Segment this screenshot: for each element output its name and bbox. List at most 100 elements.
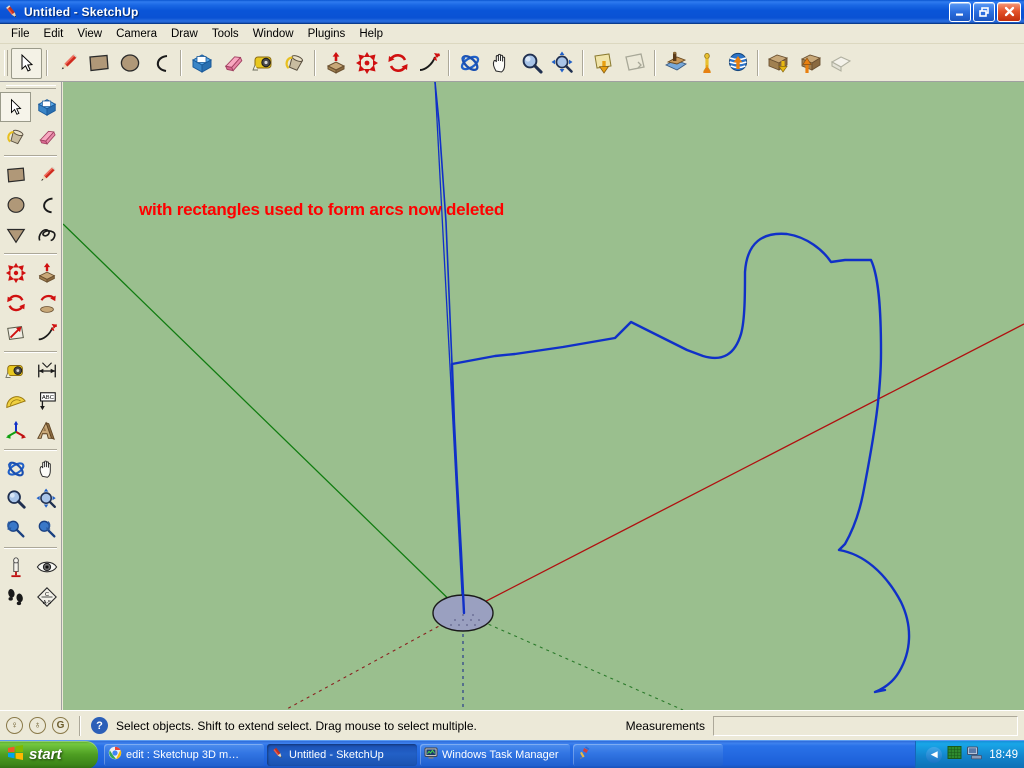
sketchup-window: Untitled - SketchUp File Edit View Camer… bbox=[0, 0, 1024, 768]
orbit-tool-left[interactable] bbox=[0, 454, 31, 484]
taskbar-item-paint[interactable] bbox=[573, 744, 723, 766]
svg-text:A-5: A-5 bbox=[43, 600, 51, 606]
eraser-tool-left[interactable] bbox=[31, 122, 62, 152]
push-pull-tool[interactable] bbox=[320, 48, 351, 79]
get-models-tool[interactable] bbox=[763, 48, 794, 79]
tape-measure-tool[interactable] bbox=[248, 48, 279, 79]
arc-tool[interactable] bbox=[145, 48, 176, 79]
zoom-tool[interactable] bbox=[516, 48, 547, 79]
paint-bucket-tool-left[interactable] bbox=[0, 122, 31, 152]
taskbar-item-task-manager[interactable]: Windows Task Manager bbox=[420, 744, 570, 766]
menu-plugins[interactable]: Plugins bbox=[301, 25, 353, 43]
previous-view-tool[interactable] bbox=[588, 48, 619, 79]
walk-tool-left[interactable] bbox=[0, 582, 31, 612]
next-view-tool[interactable] bbox=[619, 48, 650, 79]
dimension-tool-left[interactable] bbox=[31, 356, 62, 386]
rectangle-tool-left[interactable] bbox=[0, 160, 31, 190]
menu-edit[interactable]: Edit bbox=[37, 25, 71, 43]
position-camera-tool[interactable] bbox=[660, 48, 691, 79]
circle-tool[interactable] bbox=[114, 48, 145, 79]
zoom-extents-tool[interactable] bbox=[547, 48, 578, 79]
protractor-tool-left[interactable] bbox=[0, 386, 31, 416]
line-tool-left[interactable] bbox=[31, 160, 62, 190]
status-message: Select objects. Shift to extend select. … bbox=[116, 719, 477, 733]
text-tool-left[interactable]: ABC bbox=[31, 386, 62, 416]
taskbar-item-sketchup[interactable]: Untitled - SketchUp bbox=[267, 744, 417, 766]
menu-help[interactable]: Help bbox=[352, 25, 390, 43]
move-tool-left[interactable] bbox=[0, 258, 31, 288]
scale-tool-left[interactable] bbox=[0, 318, 31, 348]
arc-tool-left[interactable] bbox=[31, 190, 62, 220]
model-info-tool[interactable] bbox=[825, 48, 856, 79]
offset-tool-left[interactable] bbox=[31, 318, 62, 348]
toolbar-grip[interactable] bbox=[4, 50, 8, 76]
menu-camera[interactable]: Camera bbox=[109, 25, 164, 43]
windows-taskbar: start edit : Sketchup 3D m… bbox=[0, 740, 1024, 768]
follow-me-tool[interactable] bbox=[413, 48, 444, 79]
menu-draw[interactable]: Draw bbox=[164, 25, 205, 43]
model-viewport[interactable]: with rectangles used to form arcs now de… bbox=[63, 82, 1024, 710]
chevron-left-icon[interactable]: ◀ bbox=[926, 747, 942, 763]
minimize-button[interactable] bbox=[949, 2, 971, 22]
start-button[interactable]: start bbox=[0, 741, 98, 768]
red-axis bbox=[463, 324, 1024, 613]
question-mark-icon[interactable]: ? bbox=[91, 717, 108, 734]
select-tool-left[interactable] bbox=[0, 92, 31, 122]
menu-view[interactable]: View bbox=[70, 25, 109, 43]
left-toolbar: ABC bbox=[0, 82, 62, 710]
measurements-input[interactable] bbox=[713, 716, 1018, 736]
circle-tool-left[interactable] bbox=[0, 190, 31, 220]
network-tray-icon[interactable] bbox=[947, 745, 962, 765]
follow-me-tool-left[interactable] bbox=[31, 288, 62, 318]
polygon-tool-left[interactable] bbox=[0, 220, 31, 250]
status-separator bbox=[79, 716, 81, 736]
tape-measure-tool-left[interactable] bbox=[0, 356, 31, 386]
left-toolbar-grip[interactable] bbox=[6, 85, 56, 89]
share-model-tool[interactable] bbox=[722, 48, 753, 79]
select-tool[interactable] bbox=[11, 48, 42, 79]
g-circle-icon[interactable]: G bbox=[52, 717, 69, 734]
look-around-tool-left[interactable] bbox=[31, 552, 62, 582]
pan-tool[interactable] bbox=[485, 48, 516, 79]
section-plane-tool-left[interactable]: C A-5 bbox=[31, 582, 62, 612]
paint-bucket-tool[interactable] bbox=[279, 48, 310, 79]
menu-file[interactable]: File bbox=[4, 25, 37, 43]
orbit-tool[interactable] bbox=[454, 48, 485, 79]
person-circle-icon[interactable]: ♁ bbox=[29, 717, 46, 734]
display-tray-icon[interactable] bbox=[967, 745, 982, 765]
rotate-tool[interactable] bbox=[382, 48, 413, 79]
zoom-window-tool-left[interactable] bbox=[31, 484, 62, 514]
start-label: start bbox=[29, 746, 62, 763]
previous-view-tool-left[interactable] bbox=[0, 514, 31, 544]
pin-circle-icon[interactable]: ♀ bbox=[6, 717, 23, 734]
menu-window[interactable]: Window bbox=[246, 25, 301, 43]
3d-text-tool-left[interactable] bbox=[31, 416, 62, 446]
pan-tool-left[interactable] bbox=[31, 454, 62, 484]
rectangle-tool[interactable] bbox=[83, 48, 114, 79]
move-tool[interactable] bbox=[351, 48, 382, 79]
title-bar: Untitled - SketchUp bbox=[0, 0, 1024, 24]
push-pull-tool-left[interactable] bbox=[31, 258, 62, 288]
share-component-tool[interactable] bbox=[794, 48, 825, 79]
line-tool[interactable] bbox=[52, 48, 83, 79]
walk-tool[interactable] bbox=[691, 48, 722, 79]
freehand-tool-left[interactable] bbox=[31, 220, 62, 250]
rotate-tool-left[interactable] bbox=[0, 288, 31, 318]
eraser-tool[interactable] bbox=[217, 48, 248, 79]
taskbar-clock[interactable]: 18:49 bbox=[989, 749, 1018, 761]
menu-bar: File Edit View Camera Draw Tools Window … bbox=[0, 24, 1024, 44]
make-component-tool-left[interactable] bbox=[31, 92, 62, 122]
position-camera-tool-left[interactable] bbox=[0, 552, 31, 582]
make-component-tool[interactable] bbox=[186, 48, 217, 79]
green-axis bbox=[63, 224, 463, 613]
next-view-tool-left[interactable] bbox=[31, 514, 62, 544]
restore-button[interactable] bbox=[973, 2, 995, 22]
close-button[interactable] bbox=[997, 2, 1021, 22]
status-bar: ♀ ♁ G ? Select objects. Shift to extend … bbox=[0, 710, 1024, 740]
browser-icon bbox=[108, 746, 122, 763]
menu-tools[interactable]: Tools bbox=[205, 25, 246, 43]
axes-tool-left[interactable] bbox=[0, 416, 31, 446]
taskbar-buttons: edit : Sketchup 3D m… Untitled - SketchU… bbox=[104, 744, 723, 766]
taskbar-item-browser[interactable]: edit : Sketchup 3D m… bbox=[104, 744, 264, 766]
zoom-tool-left[interactable] bbox=[0, 484, 31, 514]
